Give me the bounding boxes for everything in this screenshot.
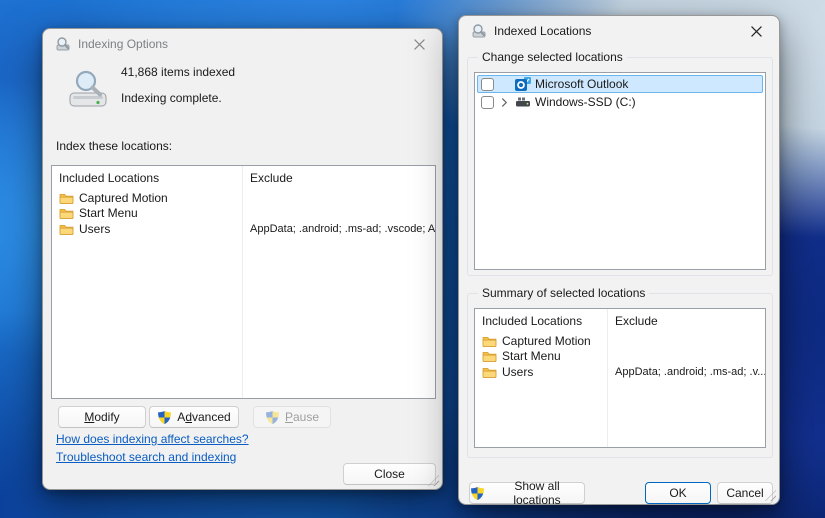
drive-icon (515, 94, 531, 110)
tree-item-windows-ssd[interactable]: Windows-SSD (C:) (477, 93, 763, 111)
change-locations-group: Change selected locations Microsoft Outl… (467, 50, 773, 276)
troubleshoot-link[interactable]: Troubleshoot search and indexing (56, 450, 236, 464)
dialog-title: Indexed Locations (494, 24, 745, 38)
indexed-locations-list[interactable]: Included Locations Exclude Captured Moti… (51, 165, 436, 399)
list-header: Included Locations Exclude (475, 314, 765, 328)
checkbox-unchecked[interactable] (481, 96, 494, 109)
close-button[interactable]: Close (343, 463, 436, 485)
list-item-users[interactable]: Users AppData; .android; .ms-ad; .v... (475, 364, 765, 380)
locations-tree[interactable]: Microsoft Outlook Windows-SSD (C:) (474, 72, 766, 270)
pause-button: Pause (253, 406, 331, 428)
list-item-start-menu[interactable]: Start Menu (475, 349, 765, 365)
index-locations-label: Index these locations: (56, 139, 172, 153)
users-exclude-list: AppData; .android; .ms-ad; .v... (607, 366, 765, 378)
column-included-locations: Included Locations (52, 171, 242, 185)
summary-label: Summary of selected locations (478, 286, 649, 300)
list-item-users[interactable]: Users AppData; .android; .ms-ad; .vscode… (52, 221, 435, 237)
summary-group: Summary of selected locations Included L… (467, 286, 773, 458)
cancel-button[interactable]: Cancel (717, 482, 773, 504)
folder-icon (59, 223, 74, 235)
checkbox-unchecked[interactable] (481, 78, 494, 91)
folder-icon (59, 192, 74, 204)
advanced-button[interactable]: Advanced (149, 406, 239, 428)
chevron-right-icon[interactable] (498, 96, 511, 109)
modify-button[interactable]: Modify (58, 406, 146, 428)
folder-icon (482, 350, 497, 362)
list-header: Included Locations Exclude (52, 171, 435, 185)
list-item-start-menu[interactable]: Start Menu (52, 206, 435, 222)
outlook-icon (515, 76, 531, 92)
dialog-title: Indexing Options (78, 37, 408, 51)
uac-shield-icon (470, 486, 485, 501)
indexing-drive-search-icon (65, 67, 113, 115)
uac-shield-icon (265, 410, 280, 425)
search-drive-icon (55, 36, 71, 52)
indexed-locations-dialog: Indexed Locations Change selected locati… (458, 15, 780, 505)
summary-list[interactable]: Included Locations Exclude Captured Moti… (474, 308, 766, 448)
change-locations-label: Change selected locations (478, 50, 627, 64)
tree-item-label: Microsoft Outlook (535, 77, 628, 91)
tree-item-microsoft-outlook[interactable]: Microsoft Outlook (477, 75, 763, 93)
list-item-captured-motion[interactable]: Captured Motion (52, 190, 435, 206)
list-item-captured-motion[interactable]: Captured Motion (475, 333, 765, 349)
folder-icon (482, 366, 497, 378)
items-indexed-count: 41,868 items indexed (121, 65, 235, 79)
column-exclude: Exclude (242, 171, 293, 185)
indexing-status: Indexing complete. (121, 91, 222, 105)
folder-icon (59, 207, 74, 219)
tree-item-label: Windows-SSD (C:) (535, 95, 636, 109)
titlebar[interactable]: Indexed Locations (459, 16, 779, 46)
folder-icon (482, 335, 497, 347)
ok-button[interactable]: OK (645, 482, 711, 504)
close-icon[interactable] (745, 20, 767, 42)
users-exclude-list: AppData; .android; .ms-ad; .vscode; App.… (242, 223, 435, 235)
column-exclude: Exclude (607, 314, 658, 328)
indexing-options-dialog: Indexing Options 41,868 items indexed In… (42, 28, 443, 490)
titlebar[interactable]: Indexing Options (43, 29, 442, 59)
search-drive-icon (471, 23, 487, 39)
close-icon[interactable] (408, 33, 430, 55)
uac-shield-icon (157, 410, 172, 425)
column-included-locations: Included Locations (475, 314, 607, 328)
show-all-locations-button[interactable]: Show all locations (469, 482, 585, 504)
indexing-help-link[interactable]: How does indexing affect searches? (56, 432, 249, 446)
